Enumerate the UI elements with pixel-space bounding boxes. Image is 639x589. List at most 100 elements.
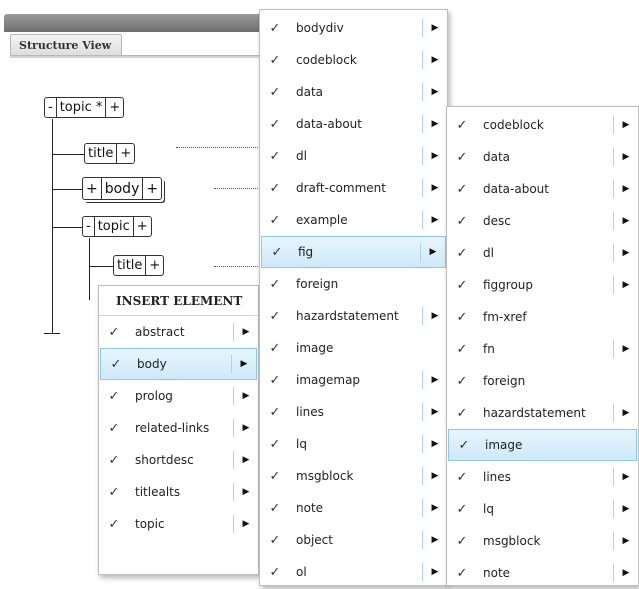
- submenu-arrow-icon[interactable]: ▶: [614, 216, 638, 226]
- submenu-arrow-icon[interactable]: ▶: [423, 55, 447, 65]
- insert-menu-item-titlealts[interactable]: ✓ titlealts ▶: [99, 476, 258, 508]
- body-menu-item-data-about[interactable]: ✓ data-about ▶: [260, 108, 447, 140]
- body-menu-item-fig[interactable]: ✓ fig ▶: [261, 236, 446, 268]
- add-child-button[interactable]: +: [116, 144, 134, 163]
- add-child-button[interactable]: +: [145, 256, 163, 275]
- body-menu-item-bodydiv[interactable]: ✓ bodydiv ▶: [260, 12, 447, 44]
- tree-node-body[interactable]: + body +: [82, 177, 166, 203]
- body-menu-item-dl[interactable]: ✓ dl ▶: [260, 140, 447, 172]
- collapse-toggle[interactable]: -: [45, 98, 56, 117]
- submenu-arrow-icon[interactable]: ▶: [234, 455, 258, 465]
- submenu-arrow-icon[interactable]: ▶: [614, 120, 638, 130]
- submenu-arrow-icon[interactable]: ▶: [423, 87, 447, 97]
- body-menu-item-msgblock[interactable]: ✓ msgblock ▶: [260, 460, 447, 492]
- fig-menu-item-fn[interactable]: ✓ fn ▶: [447, 333, 638, 365]
- body-menu-item-lines[interactable]: ✓ lines ▶: [260, 396, 447, 428]
- check-icon: ✓: [456, 469, 468, 485]
- submenu-arrow-icon[interactable]: ▶: [421, 247, 445, 257]
- insert-menu-item-body[interactable]: ✓ body ▶: [100, 348, 257, 380]
- submenu-arrow-icon[interactable]: ▶: [614, 184, 638, 194]
- submenu-arrow-icon[interactable]: ▶: [234, 391, 258, 401]
- fig-menu-item-msgblock[interactable]: ✓ msgblock ▶: [447, 525, 638, 557]
- submenu-arrow-icon[interactable]: ▶: [234, 487, 258, 497]
- menu-item-label: body: [137, 357, 167, 371]
- tab-structure-view[interactable]: Structure View: [10, 34, 122, 56]
- submenu-arrow-icon[interactable]: ▶: [423, 23, 447, 33]
- tree-node-title[interactable]: title +: [84, 143, 136, 164]
- body-menu-item-hazardstatement[interactable]: ✓ hazardstatement ▶: [260, 300, 447, 332]
- insert-menu-item-related-links[interactable]: ✓ related-links ▶: [99, 412, 258, 444]
- tree-connector: [52, 227, 82, 228]
- fig-menu-item-dl[interactable]: ✓ dl ▶: [447, 237, 638, 269]
- expand-toggle[interactable]: +: [83, 178, 101, 199]
- fig-menu-item-foreign[interactable]: ✓ foreign: [447, 365, 638, 397]
- fig-menu-item-hazardstatement[interactable]: ✓ hazardstatement ▶: [447, 397, 638, 429]
- submenu-arrow-icon[interactable]: ▶: [423, 407, 447, 417]
- submenu-arrow-icon[interactable]: ▶: [614, 472, 638, 482]
- add-child-button[interactable]: +: [142, 178, 161, 199]
- submenu-arrow-icon[interactable]: ▶: [614, 248, 638, 258]
- node-label[interactable]: topic *: [55, 98, 106, 117]
- menu-item-label: data: [483, 150, 511, 164]
- node-label[interactable]: title: [114, 256, 145, 275]
- fig-menu-item-lq[interactable]: ✓ lq ▶: [447, 493, 638, 525]
- fig-menu-item-figgroup[interactable]: ✓ figgroup ▶: [447, 269, 638, 301]
- fig-menu-item-data-about[interactable]: ✓ data-about ▶: [447, 173, 638, 205]
- fig-menu-item-image[interactable]: ✓ image: [448, 429, 637, 461]
- submenu-arrow-icon[interactable]: ▶: [614, 536, 638, 546]
- submenu-arrow-icon[interactable]: ▶: [423, 311, 447, 321]
- body-menu-item-lq[interactable]: ✓ lq ▶: [260, 428, 447, 460]
- submenu-arrow-icon[interactable]: ▶: [234, 327, 258, 337]
- submenu-arrow-icon[interactable]: ▶: [614, 568, 638, 578]
- tree-node-title-child[interactable]: title +: [113, 255, 165, 276]
- insert-menu-item-abstract[interactable]: ✓ abstract ▶: [99, 316, 258, 348]
- submenu-arrow-icon[interactable]: ▶: [423, 471, 447, 481]
- node-label[interactable]: topic: [93, 217, 133, 236]
- body-menu-item-draft-comment[interactable]: ✓ draft-comment ▶: [260, 172, 447, 204]
- add-child-button[interactable]: +: [105, 98, 123, 117]
- insert-menu-item-shortdesc[interactable]: ✓ shortdesc ▶: [99, 444, 258, 476]
- body-menu-item-note[interactable]: ✓ note ▶: [260, 492, 447, 524]
- body-menu-item-image[interactable]: ✓ image: [260, 332, 447, 364]
- check-icon: ✓: [108, 420, 120, 436]
- submenu-arrow-icon[interactable]: ▶: [614, 408, 638, 418]
- submenu-arrow-icon[interactable]: ▶: [423, 215, 447, 225]
- submenu-arrow-icon[interactable]: ▶: [423, 503, 447, 513]
- fig-menu-item-codeblock[interactable]: ✓ codeblock ▶: [447, 109, 638, 141]
- submenu-arrow-icon[interactable]: ▶: [614, 152, 638, 162]
- body-menu-item-foreign[interactable]: ✓ foreign: [260, 268, 447, 300]
- submenu-arrow-icon[interactable]: ▶: [423, 535, 447, 545]
- body-menu-item-imagemap[interactable]: ✓ imagemap ▶: [260, 364, 447, 396]
- body-menu-item-data[interactable]: ✓ data ▶: [260, 76, 447, 108]
- submenu-arrow-icon[interactable]: ▶: [423, 151, 447, 161]
- collapse-toggle[interactable]: -: [83, 217, 94, 236]
- insert-menu-item-topic[interactable]: ✓ topic ▶: [99, 508, 258, 540]
- submenu-arrow-icon[interactable]: ▶: [614, 280, 638, 290]
- submenu-arrow-icon[interactable]: ▶: [423, 183, 447, 193]
- submenu-arrow-icon[interactable]: ▶: [234, 423, 258, 433]
- submenu-arrow-icon[interactable]: ▶: [614, 344, 638, 354]
- body-menu-item-example[interactable]: ✓ example ▶: [260, 204, 447, 236]
- tree-connector: [52, 119, 53, 333]
- add-child-button[interactable]: +: [132, 217, 151, 236]
- submenu-arrow-icon[interactable]: ▶: [614, 504, 638, 514]
- insert-menu-item-prolog[interactable]: ✓ prolog ▶: [99, 380, 258, 412]
- submenu-arrow-icon[interactable]: ▶: [423, 439, 447, 449]
- submenu-arrow-icon[interactable]: ▶: [232, 359, 256, 369]
- tree-node-topic-child[interactable]: - topic +: [82, 216, 152, 237]
- submenu-arrow-icon[interactable]: ▶: [423, 119, 447, 129]
- submenu-arrow-icon[interactable]: ▶: [423, 567, 447, 577]
- body-menu-item-ol[interactable]: ✓ ol ▶: [260, 556, 447, 588]
- body-menu-item-codeblock[interactable]: ✓ codeblock ▶: [260, 44, 447, 76]
- fig-menu-item-desc[interactable]: ✓ desc ▶: [447, 205, 638, 237]
- fig-menu-item-lines[interactable]: ✓ lines ▶: [447, 461, 638, 493]
- submenu-arrow-icon[interactable]: ▶: [423, 375, 447, 385]
- node-label[interactable]: title: [85, 144, 116, 163]
- submenu-arrow-icon[interactable]: ▶: [234, 519, 258, 529]
- fig-menu-item-fm-xref[interactable]: ✓ fm-xref: [447, 301, 638, 333]
- fig-menu-item-note[interactable]: ✓ note ▶: [447, 557, 638, 589]
- fig-menu-item-data[interactable]: ✓ data ▶: [447, 141, 638, 173]
- node-label[interactable]: body: [100, 178, 143, 199]
- body-menu-item-object[interactable]: ✓ object ▶: [260, 524, 447, 556]
- tree-node-topic-root[interactable]: - topic * +: [44, 97, 125, 118]
